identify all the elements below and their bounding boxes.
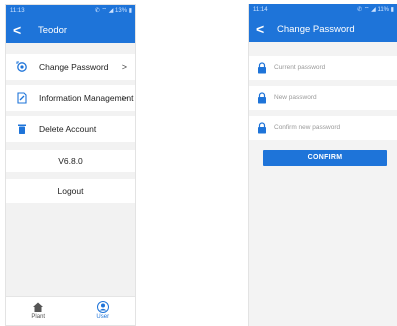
lock-icon (258, 122, 266, 134)
header-bar: < Teodor (6, 18, 135, 43)
header-bar: < Change Password (249, 17, 397, 42)
edit-document-icon (17, 92, 27, 104)
tab-user[interactable]: User (71, 297, 136, 320)
new-password-placeholder: New password (274, 94, 317, 101)
confirm-password-field[interactable]: Confirm new password (249, 116, 397, 140)
lock-icon (258, 62, 266, 74)
bottom-tab-bar: Plant User (6, 296, 135, 325)
current-password-placeholder: Current password (274, 64, 326, 71)
status-time: 11:14 (253, 7, 268, 13)
page-title: Change Password (277, 24, 355, 35)
chevron-right-icon: > (121, 93, 127, 103)
menu-item-label: Information Management (39, 93, 134, 103)
trash-icon (18, 124, 26, 134)
app-version: V6.8.0 (6, 150, 135, 172)
new-password-field[interactable]: New password (249, 86, 397, 110)
menu-item-label: Delete Account (39, 124, 97, 134)
back-button[interactable]: < (13, 18, 21, 43)
menu-item-label: Change Password (39, 62, 109, 72)
status-bar: 11:14 ✆ ⌔ ◢ 11% ▮ (249, 4, 397, 17)
home-icon (33, 302, 44, 312)
tab-label: User (96, 314, 110, 320)
user-settings-screen: 11:13 ✆ ⌔ ◢ 13% ▮ < Teodor Change Passwo… (5, 4, 136, 326)
chevron-right-icon: > (121, 62, 127, 72)
confirm-password-placeholder: Confirm new password (274, 124, 341, 131)
logout-button[interactable]: Logout (6, 179, 135, 203)
tab-plant[interactable]: Plant (6, 297, 71, 320)
confirm-button[interactable]: CONFIRM (263, 150, 387, 166)
lock-icon (258, 92, 266, 104)
menu-item-delete-account[interactable]: Delete Account (6, 116, 135, 142)
status-icons: ✆ ⌔ ◢ 11% ▮ (357, 7, 394, 13)
page-title: Teodor (38, 25, 68, 36)
back-button[interactable]: < (256, 17, 264, 42)
status-icons: ✆ ⌔ ◢ 13% ▮ (94, 8, 132, 14)
status-time: 11:13 (10, 8, 25, 14)
tab-label: Plant (31, 314, 46, 320)
current-password-field[interactable]: Current password (249, 56, 397, 80)
menu-item-information-management[interactable]: Information Management > (6, 85, 135, 111)
password-key-icon (16, 61, 27, 72)
user-icon (96, 301, 109, 313)
change-password-screen: 11:14 ✆ ⌔ ◢ 11% ▮ < Change Password Curr… (248, 4, 397, 326)
status-bar: 11:13 ✆ ⌔ ◢ 13% ▮ (6, 5, 135, 18)
menu-item-change-password[interactable]: Change Password > (6, 54, 135, 80)
